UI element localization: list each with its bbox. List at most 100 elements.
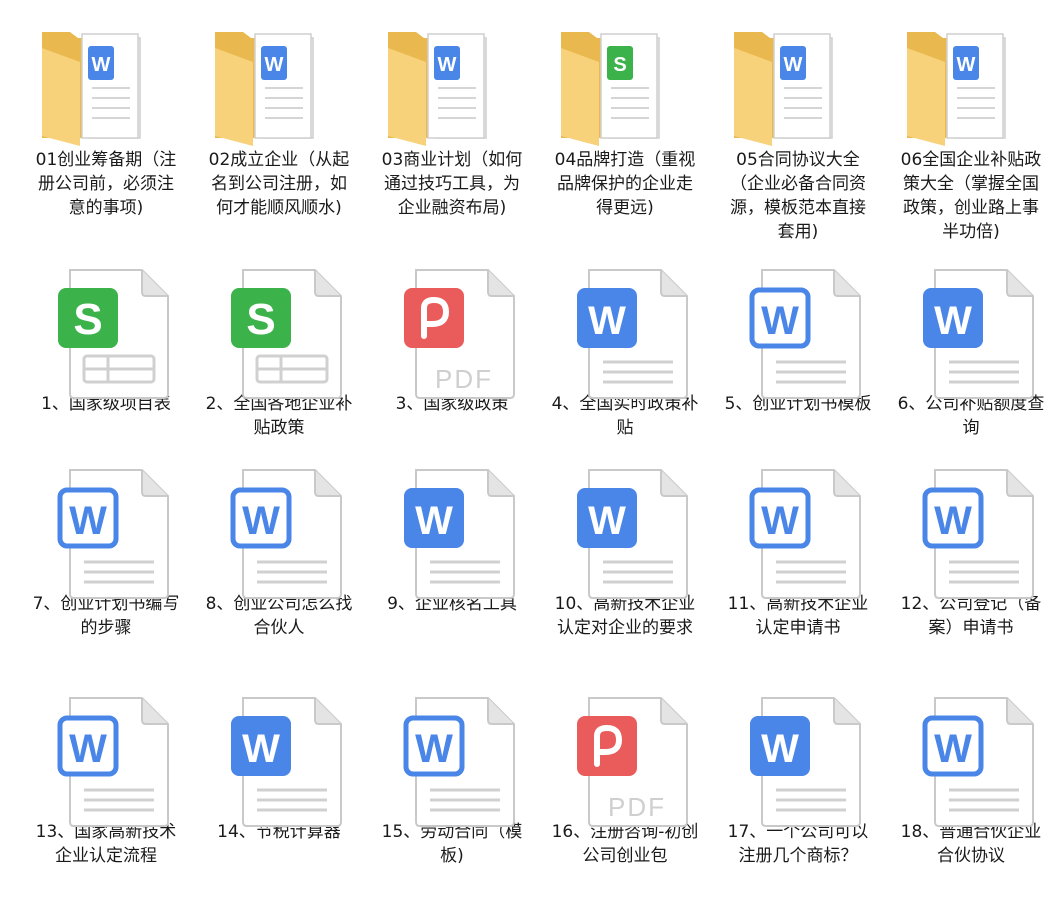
file-item[interactable]: W 14、节税计算器	[193, 690, 365, 844]
item-thumbnail: W	[366, 18, 538, 148]
item-thumbnail: W	[20, 18, 192, 148]
item-label: 2、全国各地企业补贴政策	[205, 394, 353, 438]
file-item[interactable]: W 8、创业公司怎么找合伙人	[193, 462, 365, 640]
item-thumbnail: W	[193, 462, 365, 599]
word-outline-file-icon: W	[57, 469, 169, 599]
item-label: 06全国企业补贴政策大全（掌握全国政策，创业路上事半功倍)	[900, 150, 1042, 242]
item-thumbnail: W	[539, 262, 711, 399]
item-thumbnail: S	[193, 262, 365, 399]
word-solid-file-icon: W	[577, 269, 688, 399]
folder-item[interactable]: W 06全国企业补贴政策大全（掌握全国政策，创业路上事半功倍)	[885, 18, 1057, 244]
svg-text:S: S	[73, 295, 102, 344]
folder-icon: S	[561, 32, 660, 146]
item-thumbnail: W	[712, 462, 884, 599]
item-thumbnail: PDF	[366, 262, 538, 399]
item-label: 18、普通合伙企业合伙协议	[900, 822, 1042, 866]
item-label: 7、创业计划书编写的步骤	[32, 594, 180, 638]
item-label: 16、注册咨询-初创公司创业包	[551, 822, 699, 866]
word-outline-file-icon: W	[403, 697, 515, 827]
svg-text:PDF: PDF	[435, 364, 493, 394]
word-solid-file-icon: W	[231, 697, 342, 827]
file-item[interactable]: PDF 16、注册咨询-初创公司创业包	[539, 690, 711, 868]
item-thumbnail: W	[539, 462, 711, 599]
item-label: 01创业筹备期（注册公司前，必须注意的事项)	[35, 150, 177, 218]
folder-icon: W	[734, 32, 833, 146]
item-thumbnail: W	[193, 690, 365, 827]
item-label: 12、公司登记（备案）申请书	[900, 594, 1042, 638]
item-thumbnail: W	[712, 262, 884, 399]
file-item[interactable]: W 18、普通合伙企业合伙协议	[885, 690, 1057, 868]
item-thumbnail: W	[885, 690, 1057, 827]
word-solid-file-icon: W	[577, 469, 688, 599]
svg-text:W: W	[438, 54, 457, 76]
file-item[interactable]: W 4、全国实时政策补贴	[539, 262, 711, 440]
folder-item[interactable]: W 01创业筹备期（注册公司前，必须注意的事项)	[20, 18, 192, 220]
word-solid-file-icon: W	[750, 697, 861, 827]
file-item[interactable]: W 15、劳动合同（模板)	[366, 690, 538, 868]
item-label: 03商业计划（如何通过技巧工具，为企业融资布局)	[381, 150, 523, 218]
word-outline-file-icon: W	[749, 469, 861, 599]
file-item[interactable]: PDF 3、国家级政策	[366, 262, 538, 416]
item-thumbnail: PDF	[539, 690, 711, 827]
pdf-file-icon: PDF	[404, 269, 515, 399]
svg-text:S: S	[613, 54, 626, 76]
file-item[interactable]: S 1、国家级项目表	[20, 262, 192, 416]
svg-text:W: W	[265, 54, 284, 76]
file-item[interactable]: W 12、公司登记（备案）申请书	[885, 462, 1057, 640]
svg-text:W: W	[588, 299, 626, 343]
word-outline-file-icon: W	[922, 469, 1034, 599]
item-label: 04品牌打造（重视品牌保护的企业走得更远)	[554, 150, 696, 218]
svg-text:W: W	[242, 727, 280, 771]
svg-text:W: W	[761, 499, 799, 543]
word-outline-file-icon: W	[922, 697, 1034, 827]
svg-text:W: W	[588, 499, 626, 543]
item-thumbnail: W	[193, 18, 365, 148]
word-outline-file-icon: W	[230, 469, 342, 599]
item-thumbnail: W	[366, 462, 538, 599]
svg-text:S: S	[246, 295, 275, 344]
item-label: 15、劳动合同（模板)	[381, 822, 523, 866]
svg-text:W: W	[92, 54, 111, 76]
file-item[interactable]: W 7、创业计划书编写的步骤	[20, 462, 192, 640]
item-label: 10、高新技术企业认定对企业的要求	[554, 594, 696, 638]
item-thumbnail: W	[712, 18, 884, 148]
item-thumbnail: S	[20, 262, 192, 399]
item-thumbnail: W	[885, 462, 1057, 599]
svg-text:W: W	[784, 54, 803, 76]
item-label: 02成立企业（从起名到公司注册，如何才能顺风顺水)	[208, 150, 350, 218]
item-label: 13、国家高新技术企业认定流程	[35, 822, 177, 866]
file-item[interactable]: W 10、高新技术企业认定对企业的要求	[539, 462, 711, 640]
file-item[interactable]: W 17、一个公司可以注册几个商标？	[712, 690, 884, 868]
svg-text:W: W	[415, 727, 453, 771]
item-thumbnail: W	[20, 462, 192, 599]
word-solid-file-icon: W	[923, 269, 1034, 399]
folder-item[interactable]: W 05合同协议大全（企业必备合同资源，模板范本直接套用)	[712, 18, 884, 244]
word-outline-file-icon: W	[57, 697, 169, 827]
svg-text:W: W	[934, 499, 972, 543]
folder-item[interactable]: W 03商业计划（如何通过技巧工具，为企业融资布局)	[366, 18, 538, 220]
item-label: 6、公司补贴额度查询	[897, 394, 1045, 438]
item-thumbnail: S	[539, 18, 711, 148]
item-thumbnail: W	[712, 690, 884, 827]
svg-text:W: W	[934, 727, 972, 771]
svg-text:W: W	[69, 727, 107, 771]
file-item[interactable]: W 13、国家高新技术企业认定流程	[20, 690, 192, 868]
file-item[interactable]: W 11、高新技术企业认定申请书	[712, 462, 884, 640]
folder-item[interactable]: W 02成立企业（从起名到公司注册，如何才能顺风顺水)	[193, 18, 365, 220]
item-label: 8、创业公司怎么找合伙人	[205, 594, 353, 638]
item-thumbnail: W	[885, 18, 1057, 148]
svg-text:W: W	[69, 499, 107, 543]
folder-item[interactable]: S 04品牌打造（重视品牌保护的企业走得更远)	[539, 18, 711, 220]
file-item[interactable]: S 2、全国各地企业补贴政策	[193, 262, 365, 440]
svg-text:W: W	[934, 299, 972, 343]
file-item[interactable]: W 9、企业核名工具	[366, 462, 538, 616]
item-label: 4、全国实时政策补贴	[551, 394, 699, 438]
word-solid-file-icon: W	[404, 469, 515, 599]
excel-file-icon: S	[231, 269, 342, 399]
svg-text:W: W	[957, 54, 976, 76]
svg-text:PDF: PDF	[608, 792, 666, 822]
file-item[interactable]: W 5、创业计划书模板	[712, 262, 884, 416]
item-label: 11、高新技术企业认定申请书	[727, 594, 869, 638]
svg-text:W: W	[242, 499, 280, 543]
file-item[interactable]: W 6、公司补贴额度查询	[885, 262, 1057, 440]
